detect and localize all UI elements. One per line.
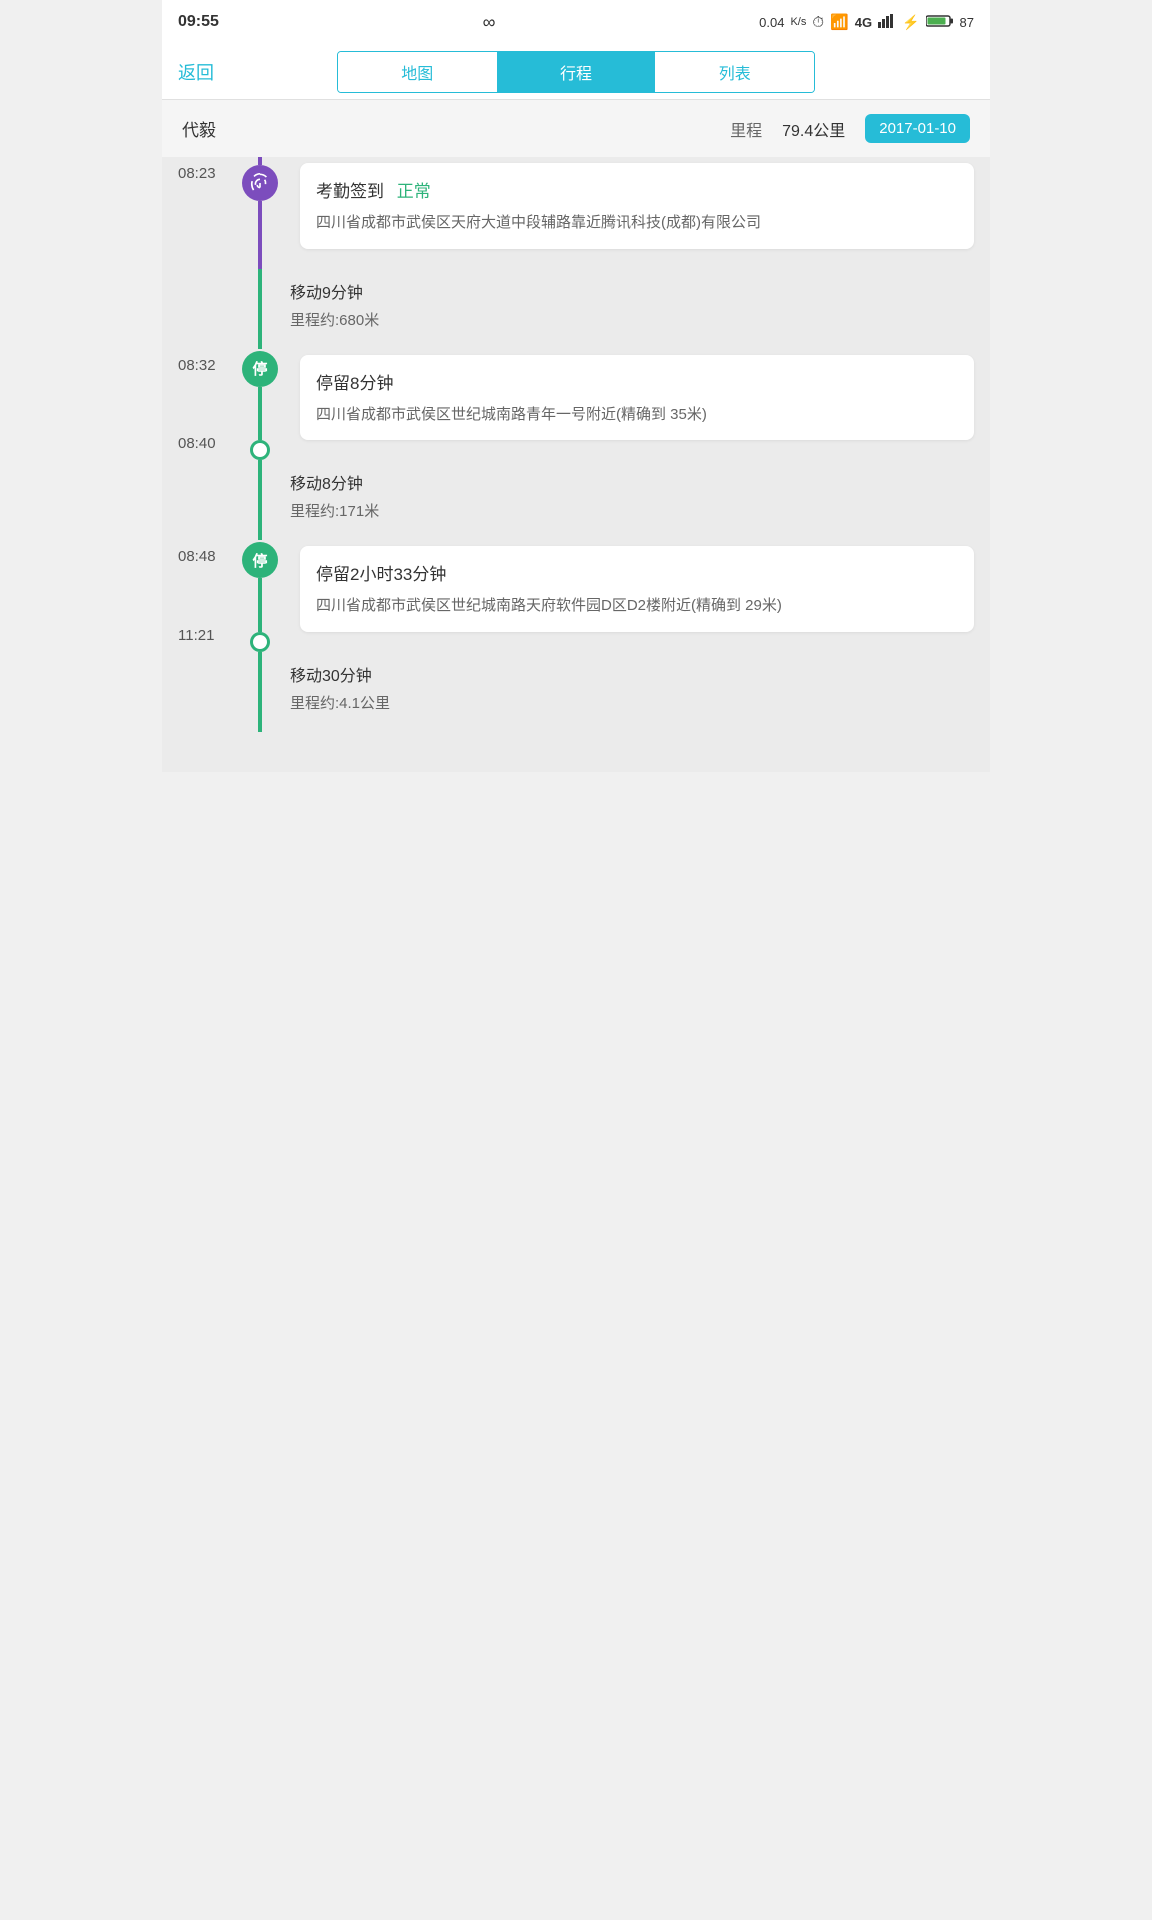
move-content-3: 移动30分钟 里程约:4.1公里 bbox=[290, 652, 974, 732]
move-segment-3: 移动30分钟 里程约:4.1公里 bbox=[178, 652, 974, 732]
status-time: 09:55 bbox=[178, 13, 219, 31]
line-top-checkin bbox=[258, 157, 262, 165]
nav-tabs: 地图 行程 列表 bbox=[337, 51, 815, 93]
timeline-item-stop2: 08:48 11:21 停 停留2小时33分钟 四川省成都市武侯区世纪城南路天府… bbox=[178, 540, 974, 652]
charging-icon: ⚡ bbox=[902, 14, 919, 31]
node-col-stop2: 停 bbox=[240, 540, 280, 652]
move-content-2: 移动8分钟 里程约:171米 bbox=[290, 460, 974, 540]
card-title-stop1: 停留8分钟 bbox=[316, 369, 958, 394]
status-bar: 09:55 ∞ 0.04 K/s ⏱ 📶 4G ⚡ 87 bbox=[162, 0, 990, 44]
time-stop1: 08:32 08:40 bbox=[178, 349, 240, 461]
back-button[interactable]: 返回 bbox=[178, 59, 337, 85]
move-distance-2: 里程约:171米 bbox=[290, 500, 974, 521]
clock-icon: ⏱ bbox=[812, 14, 824, 31]
speed-unit: K/s bbox=[790, 16, 806, 28]
node-col-move1 bbox=[240, 269, 280, 349]
timeline: 08:23 bbox=[162, 157, 990, 772]
move-duration-3: 移动30分钟 bbox=[290, 662, 974, 686]
move-segment-1: 移动9分钟 里程约:680米 bbox=[178, 269, 974, 349]
info-bar: 代毅 里程 79.4公里 2017-01-10 bbox=[162, 100, 990, 157]
node-col-move2 bbox=[240, 460, 280, 540]
infinity-icon: ∞ bbox=[483, 12, 496, 33]
time-checkin: 08:23 bbox=[178, 157, 240, 269]
line-bottom-checkin bbox=[258, 201, 262, 269]
tab-list[interactable]: 列表 bbox=[655, 52, 814, 92]
checkin-icon bbox=[242, 165, 278, 201]
node-col-move3 bbox=[240, 652, 280, 732]
node-col-checkin bbox=[240, 157, 280, 269]
move-duration-2: 移动8分钟 bbox=[290, 470, 974, 494]
card-address-stop2: 四川省成都市武侯区世纪城南路天府软件园D区D2楼附近(精确到 29米) bbox=[316, 595, 958, 618]
main-content: 08:23 bbox=[162, 157, 990, 772]
signal-icon: 4G bbox=[855, 15, 872, 30]
time-move2 bbox=[178, 460, 240, 540]
line-move1 bbox=[258, 269, 262, 349]
move-segment-2: 移动8分钟 里程约:171米 bbox=[178, 460, 974, 540]
speed-value: 0.04 bbox=[759, 15, 784, 30]
mileage-value: 79.4公里 bbox=[782, 117, 845, 141]
card-checkin: 考勤签到 正常 四川省成都市武侯区天府大道中段辅路靠近腾讯科技(成都)有限公司 bbox=[300, 163, 974, 249]
stop2-dot bbox=[250, 632, 270, 652]
move-distance-3: 里程约:4.1公里 bbox=[290, 692, 974, 713]
card-col-checkin: 考勤签到 正常 四川省成都市武侯区天府大道中段辅路靠近腾讯科技(成都)有限公司 bbox=[290, 157, 974, 269]
time-move3 bbox=[178, 652, 240, 732]
tab-map[interactable]: 地图 bbox=[338, 52, 497, 92]
line-move2 bbox=[258, 460, 262, 540]
status-right: 0.04 K/s ⏱ 📶 4G ⚡ 87 bbox=[759, 13, 974, 31]
card-stop2: 停留2小时33分钟 四川省成都市武侯区世纪城南路天府软件园D区D2楼附近(精确到… bbox=[300, 546, 974, 632]
line-move3 bbox=[258, 652, 262, 732]
move-distance-1: 里程约:680米 bbox=[290, 309, 974, 330]
card-col-stop1: 停留8分钟 四川省成都市武侯区世纪城南路青年一号附近(精确到 35米) bbox=[290, 349, 974, 461]
card-address-stop1: 四川省成都市武侯区世纪城南路青年一号附近(精确到 35米) bbox=[316, 404, 958, 427]
card-address-checkin: 四川省成都市武侯区天府大道中段辅路靠近腾讯科技(成都)有限公司 bbox=[316, 212, 958, 235]
line-stop1 bbox=[258, 387, 262, 441]
top-nav: 返回 地图 行程 列表 bbox=[162, 44, 990, 100]
move-content-1: 移动9分钟 里程约:680米 bbox=[290, 269, 974, 349]
stop1-icon: 停 bbox=[242, 351, 278, 387]
timeline-item-stop1: 08:32 08:40 停 停留8分钟 四川省成都市武侯区世纪城南路青年一号附近… bbox=[178, 349, 974, 461]
card-col-stop2: 停留2小时33分钟 四川省成都市武侯区世纪城南路天府软件园D区D2楼附近(精确到… bbox=[290, 540, 974, 652]
move-duration-1: 移动9分钟 bbox=[290, 279, 974, 303]
tab-trip[interactable]: 行程 bbox=[497, 52, 656, 92]
battery-icon bbox=[926, 14, 954, 31]
stop2-icon: 停 bbox=[242, 542, 278, 578]
battery-percent: 87 bbox=[960, 15, 974, 30]
time-move1 bbox=[178, 269, 240, 349]
card-stop1: 停留8分钟 四川省成都市武侯区世纪城南路青年一号附近(精确到 35米) bbox=[300, 355, 974, 441]
driver-name: 代毅 bbox=[182, 116, 216, 141]
bars-icon bbox=[878, 14, 896, 31]
stop1-dot bbox=[250, 440, 270, 460]
date-badge: 2017-01-10 bbox=[865, 114, 970, 143]
timeline-item-checkin: 08:23 bbox=[178, 157, 974, 269]
mileage-label: 里程 bbox=[730, 117, 762, 141]
line-stop2 bbox=[258, 578, 262, 632]
card-title-stop2: 停留2小时33分钟 bbox=[316, 560, 958, 585]
time-stop2: 08:48 11:21 bbox=[178, 540, 240, 652]
card-title-checkin: 考勤签到 正常 bbox=[316, 177, 958, 202]
wifi-icon: 📶 bbox=[830, 13, 849, 31]
node-col-stop1: 停 bbox=[240, 349, 280, 461]
